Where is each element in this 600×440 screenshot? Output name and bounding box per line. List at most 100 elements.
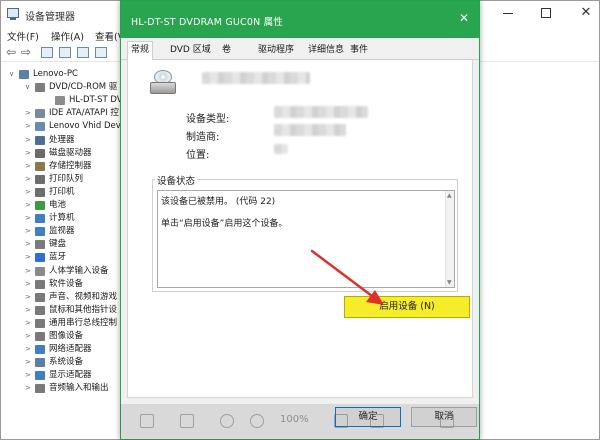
- menu-file[interactable]: 文件(F): [7, 29, 39, 43]
- device-name-redacted: [202, 72, 310, 84]
- manufacturer-redacted: [274, 124, 346, 136]
- collapse-caret-icon[interactable]: >: [25, 160, 33, 173]
- device-category-icon: [35, 187, 45, 197]
- device-category-icon: [35, 279, 45, 289]
- minimize-icon[interactable]: [501, 7, 515, 19]
- collapse-caret-icon[interactable]: >: [25, 317, 33, 330]
- collapse-caret-icon[interactable]: >: [25, 107, 33, 120]
- tree-item-label: 软件设备: [49, 278, 84, 289]
- device-category-icon: [35, 135, 45, 145]
- collapse-caret-icon[interactable]: >: [25, 356, 33, 369]
- tab-strip: 常规 DVD 区域 卷 驱动程序 详细信息 事件: [121, 38, 479, 61]
- collapse-caret-icon[interactable]: >: [25, 265, 33, 278]
- tab-dvd-region[interactable]: DVD 区域: [167, 42, 214, 60]
- device-category-icon: [55, 96, 65, 106]
- collapse-caret-icon[interactable]: >: [25, 199, 33, 212]
- scroll-up-icon[interactable]: ▲: [447, 192, 452, 199]
- collapse-caret-icon[interactable]: >: [25, 238, 33, 251]
- tree-item-label: 处理器: [49, 134, 75, 145]
- tree-item-label: 打印机: [49, 186, 75, 197]
- status-message-line-1: 该设备已被禁用。 (代码 22): [161, 197, 276, 207]
- tab-general[interactable]: 常规: [127, 41, 154, 61]
- tree-item-label: 键盘: [49, 239, 67, 250]
- tree-item-label: 监视器: [49, 226, 75, 237]
- window-title: 设备管理器: [25, 12, 75, 23]
- device-manager-icon: [7, 8, 19, 20]
- tab-details[interactable]: 详细信息: [305, 42, 347, 60]
- dialog-close-icon[interactable]: [457, 11, 471, 25]
- device-category-icon: [35, 227, 45, 237]
- tree-item-label: 电池: [49, 200, 67, 210]
- status-scrollbar[interactable]: ▲ ▼: [445, 191, 454, 287]
- device-category-icon: [35, 240, 45, 250]
- forward-arrow-icon[interactable]: ⇨: [21, 46, 31, 59]
- tree-item-label: Lenovo-PC: [33, 69, 78, 79]
- tree-item-label: Lenovo Vhid Dev: [49, 121, 121, 132]
- tree-item-label: 声音、视频和游戏: [49, 291, 118, 302]
- collapse-caret-icon[interactable]: >: [25, 369, 33, 382]
- device-category-icon: [35, 292, 45, 302]
- tree-item-label: 磁盘驱动器: [49, 147, 92, 158]
- device-status-group: 设备状态 该设备已被禁用。 (代码 22) 单击“启用设备”启用这个设备。 ▲ …: [152, 173, 458, 292]
- collapse-caret-icon[interactable]: >: [25, 278, 33, 291]
- enable-device-button[interactable]: 启用设备 (N): [344, 296, 470, 318]
- collapse-caret-icon[interactable]: >: [25, 225, 33, 238]
- back-arrow-icon[interactable]: ⇦: [6, 46, 16, 59]
- collapse-caret-icon[interactable]: >: [25, 212, 33, 225]
- general-tab-panel: 设备类型: 制造商: 位置: 设备状态 该设备已被禁用。 (代码 22) 单击“…: [127, 60, 473, 398]
- tree-item-label: 蓝牙: [49, 252, 67, 263]
- maximize-icon[interactable]: [541, 8, 551, 18]
- tree-item-label: 鼠标和其他指针设: [49, 304, 118, 315]
- device-category-icon: [35, 266, 45, 276]
- expand-caret-icon[interactable]: ∨: [9, 68, 17, 81]
- collapse-caret-icon[interactable]: >: [25, 251, 33, 264]
- cancel-button[interactable]: 取消: [411, 407, 477, 427]
- tab-volumes[interactable]: 卷: [219, 42, 234, 60]
- dvd-drive-icon: [148, 70, 178, 96]
- tab-events[interactable]: 事件: [347, 42, 371, 60]
- show-hidden-icon[interactable]: [59, 47, 71, 58]
- collapse-caret-icon[interactable]: >: [25, 186, 33, 199]
- device-category-icon: [35, 214, 45, 224]
- device-category-icon: [35, 201, 45, 210]
- help-icon[interactable]: [77, 47, 89, 58]
- device-category-icon: [35, 253, 45, 263]
- menu-action[interactable]: 操作(A): [51, 29, 84, 43]
- tab-driver[interactable]: 驱动程序: [255, 42, 297, 60]
- device-category-icon: [35, 122, 45, 132]
- expand-caret-icon[interactable]: ∨: [25, 81, 33, 94]
- collapse-caret-icon[interactable]: >: [25, 382, 33, 395]
- device-status-textbox[interactable]: 该设备已被禁用。 (代码 22) 单击“启用设备”启用这个设备。 ▲ ▼: [157, 190, 455, 288]
- collapse-caret-icon[interactable]: >: [25, 343, 33, 356]
- manufacturer-label: 制造商:: [186, 132, 220, 143]
- device-type-redacted: [274, 106, 368, 118]
- tree-item-label: 打印队列: [49, 173, 84, 184]
- tree-item-label: 网络适配器: [49, 344, 92, 355]
- device-type-label: 设备类型:: [186, 114, 230, 125]
- tree-item-label: HL-DT-ST DV: [69, 95, 123, 106]
- tree-item-label: 系统设备: [49, 357, 84, 368]
- collapse-caret-icon[interactable]: >: [25, 304, 33, 317]
- device-category-icon: [35, 83, 45, 93]
- device-category-icon: [19, 70, 29, 79]
- ok-button[interactable]: 确定: [335, 407, 401, 427]
- collapse-caret-icon[interactable]: >: [25, 134, 33, 147]
- device-category-icon: [35, 332, 45, 341]
- tree-item-label: 图像设备: [49, 331, 84, 341]
- collapse-caret-icon[interactable]: >: [25, 330, 33, 343]
- location-redacted: [274, 144, 288, 154]
- tree-item-label: 人体学输入设备: [49, 265, 109, 276]
- collapse-caret-icon[interactable]: >: [25, 291, 33, 304]
- tree-item-label: 通用串行总线控制: [49, 317, 118, 328]
- collapse-caret-icon[interactable]: >: [25, 173, 33, 186]
- collapse-caret-icon[interactable]: >: [25, 120, 33, 133]
- close-icon[interactable]: [579, 7, 593, 19]
- update-driver-icon[interactable]: [95, 47, 107, 58]
- device-category-icon: [35, 318, 45, 328]
- scroll-down-icon[interactable]: ▼: [447, 279, 452, 286]
- device-status-legend: 设备状态: [155, 173, 198, 187]
- properties-icon[interactable]: [41, 47, 53, 58]
- device-category-icon: [35, 305, 45, 315]
- device-category-icon: [35, 371, 45, 381]
- collapse-caret-icon[interactable]: >: [25, 147, 33, 160]
